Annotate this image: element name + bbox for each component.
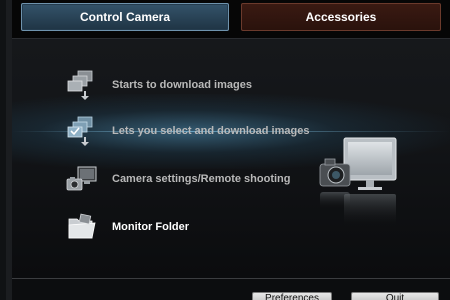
app-window: Control Camera Accessories Starts to dow…: [0, 0, 450, 300]
preferences-button[interactable]: Preferences: [252, 292, 332, 300]
menu-label-download-images: Starts to download images: [112, 79, 252, 91]
tab-accessories[interactable]: Accessories: [241, 3, 441, 31]
select-download-icon: [62, 114, 102, 148]
tab-control-camera[interactable]: Control Camera: [21, 3, 229, 31]
menu-label-select-download: Lets you select and download images: [112, 125, 310, 137]
download-images-icon: [62, 68, 102, 102]
monitor-folder-icon: [62, 210, 102, 244]
main-panel: Starts to download images Lets you selec…: [12, 38, 450, 278]
menu-label-monitor-folder: Monitor Folder: [112, 221, 189, 233]
tab-bar: Control Camera Accessories: [12, 0, 450, 38]
bottom-bar: Preferences Quit: [12, 278, 450, 300]
camera-monitor-illustration: [314, 134, 414, 244]
menu-item-download-images[interactable]: Starts to download images: [62, 68, 362, 102]
camera-settings-icon: [62, 162, 102, 196]
menu-label-camera-settings: Camera settings/Remote shooting: [112, 173, 291, 185]
quit-button[interactable]: Quit: [351, 292, 439, 300]
